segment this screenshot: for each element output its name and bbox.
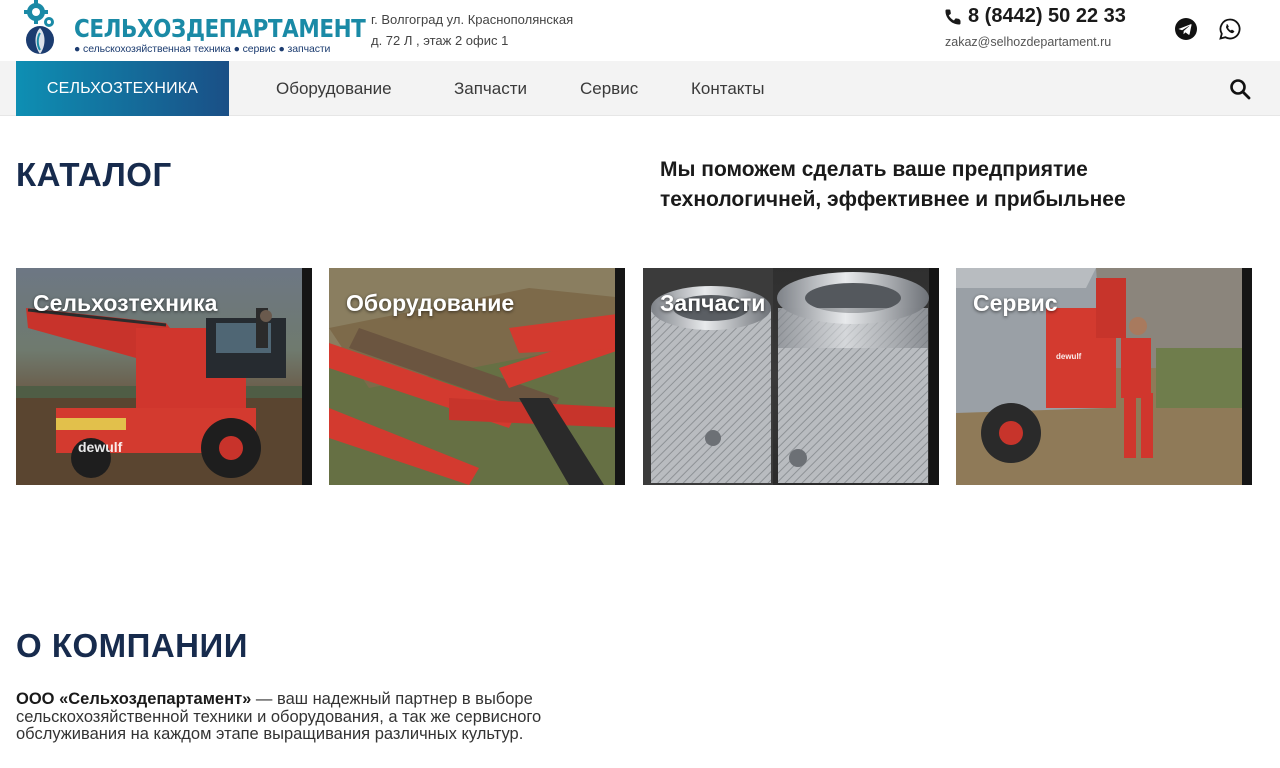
search-button[interactable] <box>1228 77 1252 101</box>
site-header: СЕЛЬХОЗДЕПАРТАМЕНТ ● сельскохозяйственна… <box>0 0 1280 61</box>
about-title: О КОМПАНИИ <box>16 627 248 664</box>
card-edge <box>1242 268 1252 485</box>
catalog-card-parts[interactable]: Запчасти <box>643 268 939 485</box>
address: г. Волгоград ул. Краснополянская д. 72 Л… <box>371 9 573 51</box>
nav-item-equipment[interactable]: Оборудование <box>276 61 392 116</box>
company-name: ООО «Сельхоздепартамент» <box>16 690 252 708</box>
address-line-2: д. 72 Л , этаж 2 офис 1 <box>371 33 509 48</box>
catalog-card-agri-machinery[interactable]: Сельхозтехника dewulf <box>16 268 312 485</box>
logo-gear-icon <box>24 0 54 54</box>
catalog-card-service[interactable]: Сервис dewulf <box>956 268 1252 485</box>
phone-link[interactable]: 8 (8442) 50 22 33 <box>944 5 1126 28</box>
dewulf-logo: dewulf <box>78 439 123 455</box>
card-label: Сервис <box>973 290 1058 316</box>
nav-item-agri-machinery[interactable]: СЕЛЬХОЗТЕХНИКА <box>16 61 229 116</box>
logo-title: СЕЛЬХОЗДЕПАРТАМЕНТ <box>74 14 366 43</box>
card-edge <box>615 268 625 485</box>
address-line-1: г. Волгоград ул. Краснополянская <box>371 12 574 27</box>
search-icon <box>1230 79 1251 100</box>
card-edge <box>929 268 939 485</box>
phone-icon <box>945 9 961 25</box>
dewulf-logo: dewulf <box>1056 352 1082 361</box>
card-label: Сельхозтехника <box>33 290 218 316</box>
main-nav: СЕЛЬХОЗТЕХНИКА Оборудование Запчасти Сер… <box>0 61 1280 116</box>
nav-item-contacts[interactable]: Контакты <box>691 61 764 116</box>
whatsapp-icon <box>1219 18 1241 40</box>
card-edge <box>302 268 312 485</box>
about-text: ООО «Сельхоздепартамент» — ваш надежный … <box>16 690 596 744</box>
email-link[interactable]: zakaz@selhozdepartament.ru <box>945 35 1111 49</box>
site-logo[interactable]: СЕЛЬХОЗДЕПАРТАМЕНТ ● сельскохозяйственна… <box>16 0 366 60</box>
nav-item-parts[interactable]: Запчасти <box>454 61 527 116</box>
card-label: Оборудование <box>346 290 515 316</box>
card-label: Запчасти <box>660 290 766 316</box>
nav-item-service[interactable]: Сервис <box>580 61 638 116</box>
catalog-tagline: Мы поможем сделать ваше предприятие техн… <box>660 158 1126 211</box>
catalog-title: КАТАЛОГ <box>16 156 172 193</box>
telegram-icon <box>1175 18 1197 40</box>
phone-number: 8 (8442) 50 22 33 <box>968 5 1126 27</box>
logo-subtitle: ● сельскохозяйственная техника ● сервис … <box>74 43 331 55</box>
whatsapp-button[interactable] <box>1218 17 1242 41</box>
telegram-button[interactable] <box>1174 17 1198 41</box>
catalog-card-equipment[interactable]: Оборудование <box>329 268 625 485</box>
